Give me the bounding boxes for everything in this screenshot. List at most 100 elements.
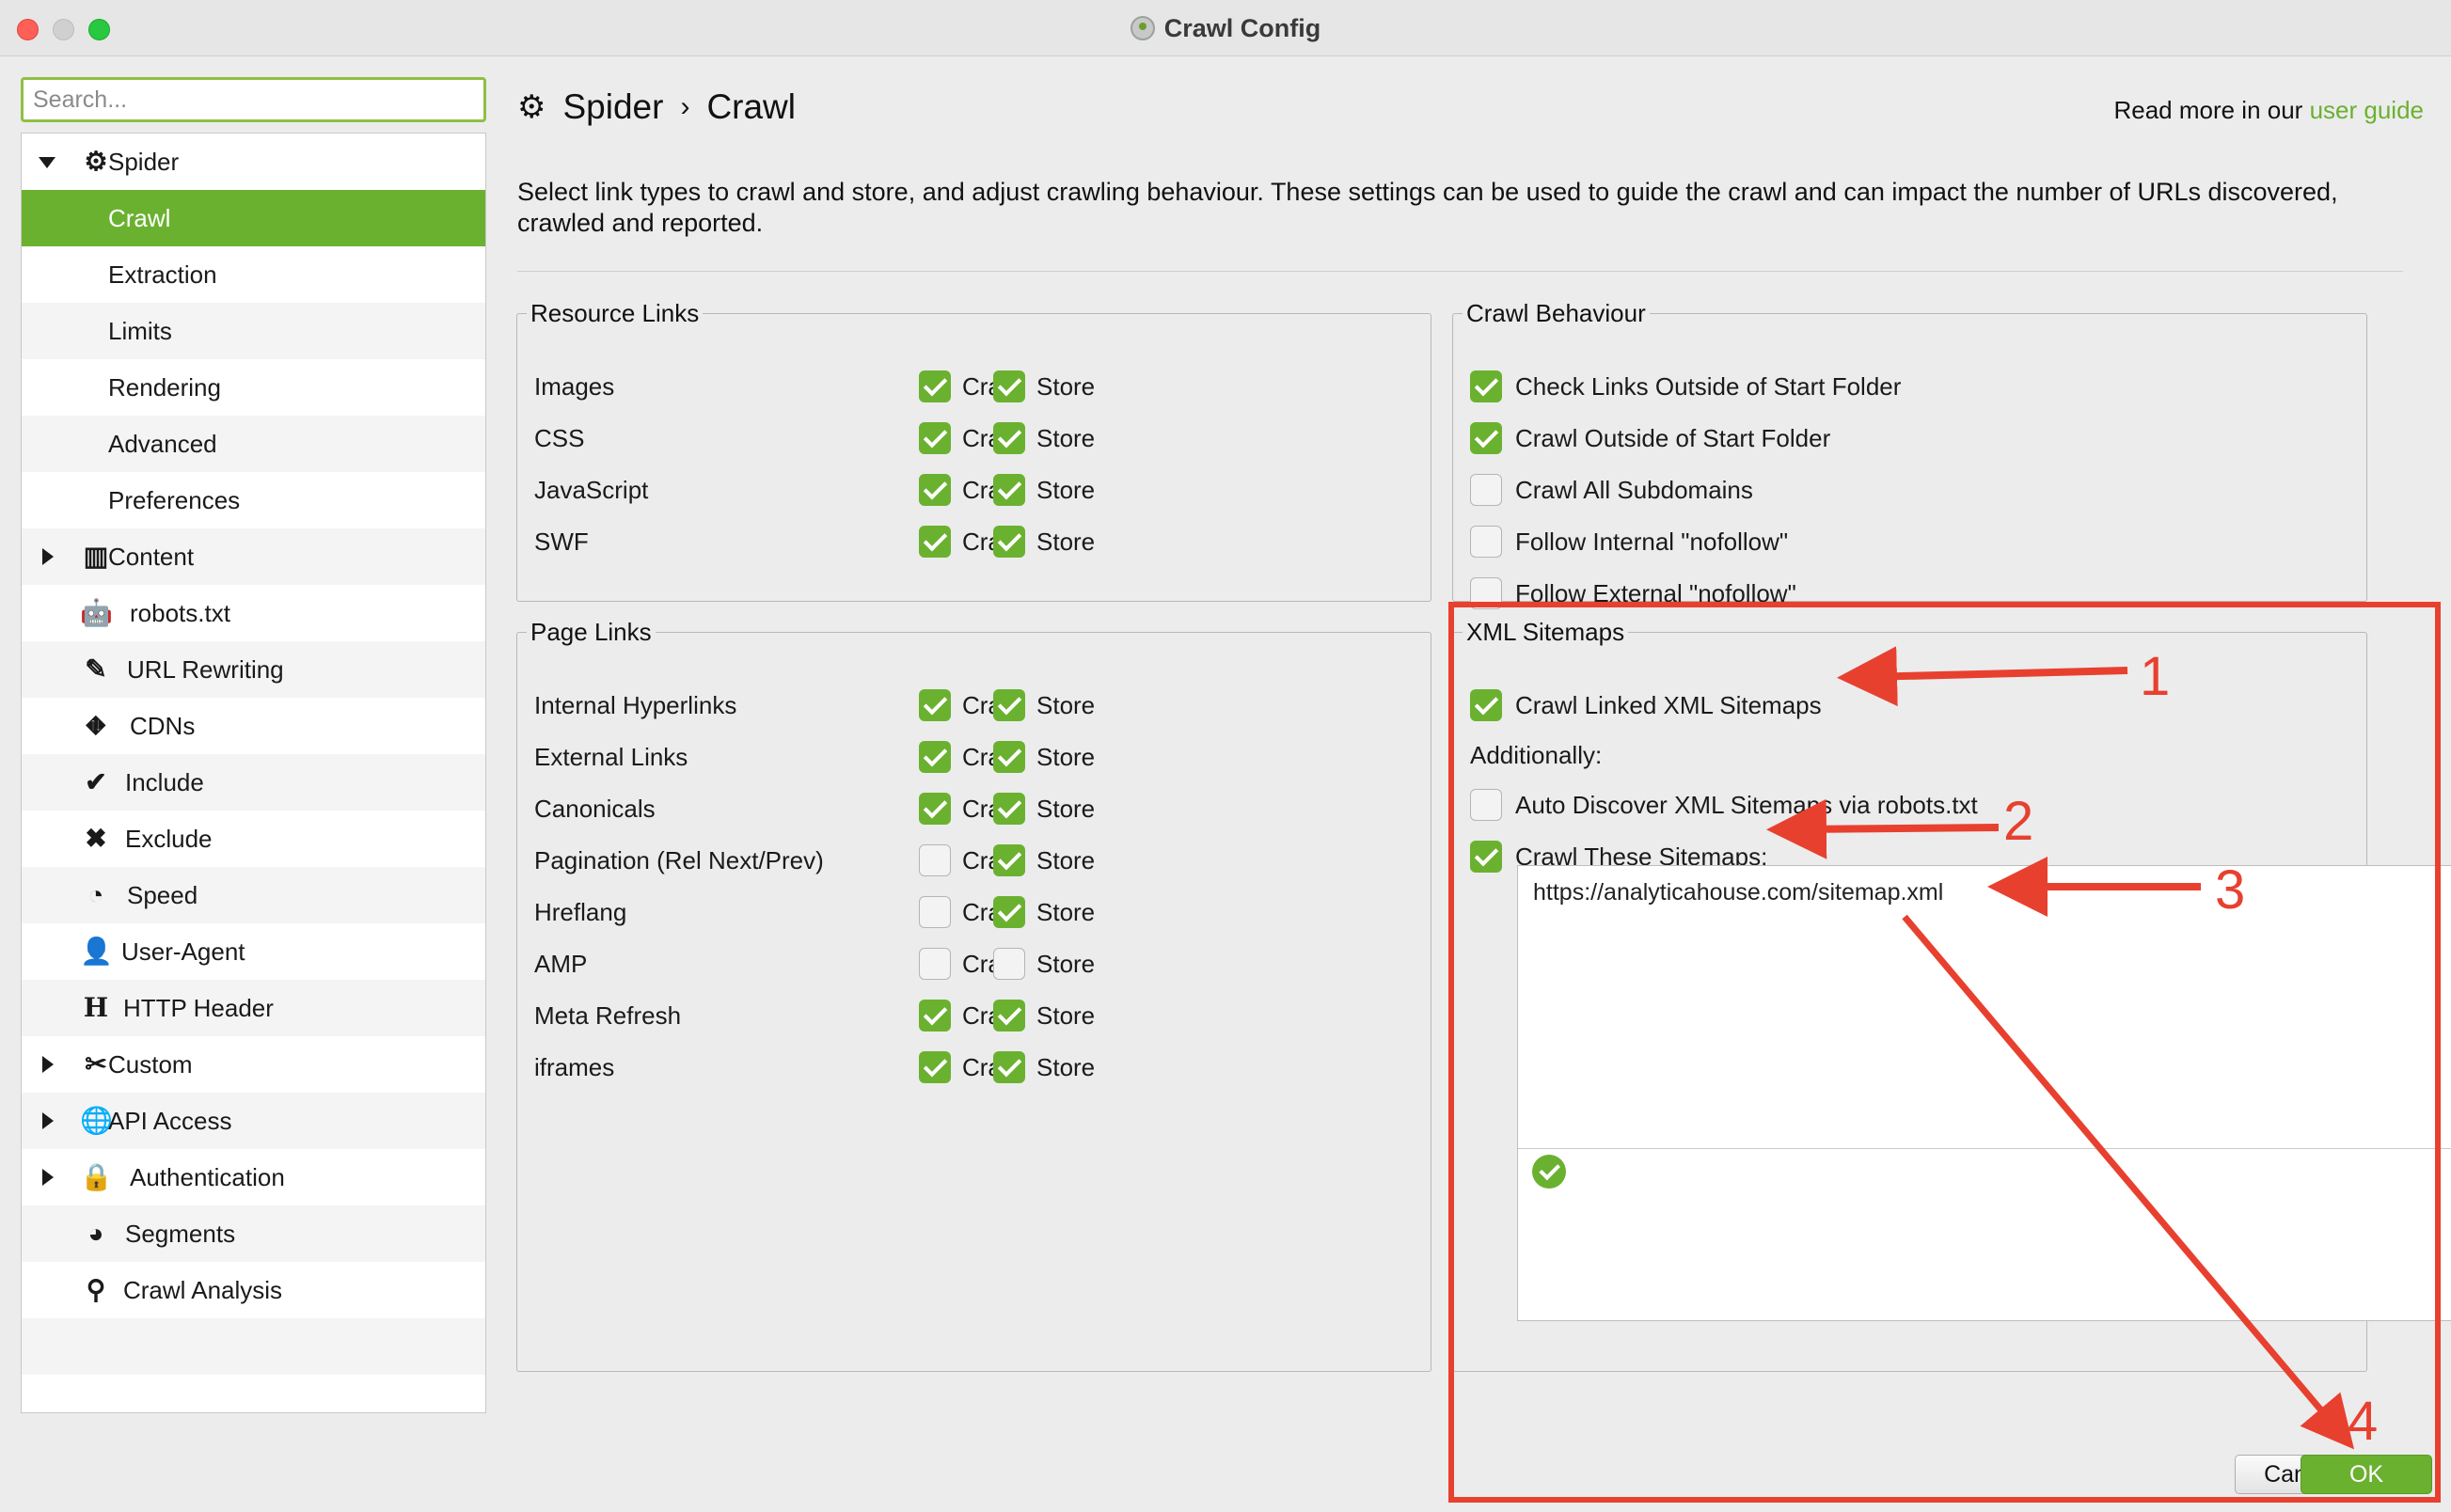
crawl-all-subdomains-checkbox[interactable] — [1470, 474, 1502, 506]
page-link-row-label: Meta Refresh — [534, 1000, 682, 1030]
sidebar-item-exclude[interactable]: ✖ Exclude — [22, 811, 485, 867]
sidebar-item-advanced[interactable]: Advanced — [22, 416, 485, 472]
store-toggle[interactable]: Store — [993, 948, 1095, 980]
sidebar-item-http-header[interactable]: H HTTP Header — [22, 980, 485, 1036]
crawl-checkbox[interactable] — [919, 422, 951, 454]
sidebar-item-api-access[interactable]: 🌐 API Access — [22, 1093, 485, 1149]
sidebar-item-url-rewriting[interactable]: ✎ URL Rewriting — [22, 641, 485, 698]
sidebar-item-cdns[interactable]: ⛖ CDNs — [22, 698, 485, 754]
crawl-these-sitemaps-checkbox[interactable] — [1470, 841, 1502, 873]
crawl-checkbox[interactable] — [919, 474, 951, 506]
annotation-number-4: 4 — [2348, 1391, 2379, 1452]
crawl-linked-sitemaps-checkbox[interactable] — [1470, 689, 1502, 721]
page-links-group: Page Links Internal HyperlinksCrawlStore… — [516, 618, 1431, 1372]
sidebar-item-crawl[interactable]: Crawl — [22, 190, 485, 246]
store-checkbox[interactable] — [993, 370, 1025, 402]
chevron-right-icon[interactable] — [42, 1169, 54, 1186]
store-toggle[interactable]: Store — [993, 896, 1095, 928]
follow-internal-nofollow-row[interactable]: Follow Internal "nofollow" — [1470, 523, 2349, 560]
sidebar-item-speed[interactable]: ◔ Speed — [22, 867, 485, 923]
chevron-down-icon[interactable] — [39, 157, 55, 168]
sidebar-item-preferences[interactable]: Preferences — [22, 472, 485, 528]
sidebar-item-custom[interactable]: ✂ Custom — [22, 1036, 485, 1093]
store-checkbox[interactable] — [993, 896, 1025, 928]
store-label: Store — [1036, 949, 1096, 978]
store-toggle[interactable]: Store — [993, 474, 1095, 506]
ok-button[interactable]: OK — [2301, 1455, 2432, 1494]
page-link-row-label: AMP — [534, 949, 588, 978]
store-toggle[interactable]: Store — [993, 844, 1095, 876]
page-link-row-label: Hreflang — [534, 897, 627, 926]
crawl-checkbox[interactable] — [919, 1000, 951, 1032]
sidebar-item-include[interactable]: ✔ Include — [22, 754, 485, 811]
chevron-right-icon[interactable] — [42, 548, 54, 565]
sidebar-item-rendering[interactable]: Rendering — [22, 359, 485, 416]
sidebar-item-crawl-analysis[interactable]: ⚲ Crawl Analysis — [22, 1262, 485, 1318]
main-panel: ⚙ Spider › Crawl Read more in our user g… — [508, 56, 2451, 1512]
page-link-row: HreflangCrawlStore — [534, 893, 1414, 931]
store-label: Store — [1036, 794, 1096, 823]
crawl-checkbox[interactable] — [919, 793, 951, 825]
sidebar-item-content[interactable]: ▥ Content — [22, 528, 485, 585]
crawl-outside-row[interactable]: Crawl Outside of Start Folder — [1470, 419, 2349, 457]
resource-link-row-label: CSS — [534, 423, 585, 452]
store-toggle[interactable]: Store — [993, 689, 1095, 721]
resource-link-row-label: SWF — [534, 527, 589, 556]
page-link-row: Pagination (Rel Next/Prev)CrawlStore — [534, 842, 1414, 879]
sitemap-urls-textarea[interactable]: https://analyticahouse.com/sitemap.xml — [1533, 872, 2445, 1144]
store-toggle[interactable]: Store — [993, 526, 1095, 558]
auto-discover-checkbox[interactable] — [1470, 789, 1502, 821]
auto-discover-row[interactable]: Auto Discover XML Sitemaps via robots.tx… — [1470, 786, 2349, 824]
chevron-right-icon[interactable] — [42, 1112, 54, 1129]
store-checkbox[interactable] — [993, 689, 1025, 721]
sidebar-item-spider[interactable]: ⚙ Spider — [22, 134, 485, 190]
store-checkbox[interactable] — [993, 793, 1025, 825]
annotation-number-1: 1 — [2140, 646, 2171, 707]
store-toggle[interactable]: Store — [993, 1000, 1095, 1032]
store-toggle[interactable]: Store — [993, 793, 1095, 825]
sidebar-item-authentication[interactable]: 🔒 Authentication — [22, 1149, 485, 1205]
edit-icon: ✎ — [85, 654, 107, 684]
search-input[interactable] — [21, 77, 486, 122]
page-link-row-label: iframes — [534, 1052, 615, 1081]
crawl-all-subdomains-row[interactable]: Crawl All Subdomains — [1470, 471, 2349, 509]
follow-external-nofollow-checkbox[interactable] — [1470, 577, 1502, 609]
crawl-checkbox[interactable] — [919, 689, 951, 721]
store-toggle[interactable]: Store — [993, 370, 1095, 402]
store-toggle[interactable]: Store — [993, 741, 1095, 773]
check-links-outside-row[interactable]: Check Links Outside of Start Folder — [1470, 368, 2349, 405]
follow-internal-nofollow-checkbox[interactable] — [1470, 526, 1502, 558]
crawl-checkbox[interactable] — [919, 844, 951, 876]
robot-icon: 🤖 — [80, 598, 113, 627]
crawl-outside-checkbox[interactable] — [1470, 422, 1502, 454]
store-checkbox[interactable] — [993, 948, 1025, 980]
sidebar-item-extraction[interactable]: Extraction — [22, 246, 485, 303]
store-checkbox[interactable] — [993, 422, 1025, 454]
sidebar-item-robots-txt[interactable]: 🤖 robots.txt — [22, 585, 485, 641]
crawl-checkbox[interactable] — [919, 896, 951, 928]
check-links-outside-checkbox[interactable] — [1470, 370, 1502, 402]
store-toggle[interactable]: Store — [993, 422, 1095, 454]
sidebar-item-user-agent[interactable]: 👤 User-Agent — [22, 923, 485, 980]
store-checkbox[interactable] — [993, 741, 1025, 773]
crawl-checkbox[interactable] — [919, 526, 951, 558]
chevron-right-icon[interactable] — [42, 1056, 54, 1073]
x-circle-icon: ✖ — [85, 824, 107, 853]
store-checkbox[interactable] — [993, 474, 1025, 506]
store-checkbox[interactable] — [993, 1051, 1025, 1083]
store-checkbox[interactable] — [993, 526, 1025, 558]
store-checkbox[interactable] — [993, 1000, 1025, 1032]
store-toggle[interactable]: Store — [993, 1051, 1095, 1083]
additionally-label: Additionally: — [1470, 740, 1603, 769]
crawl-checkbox[interactable] — [919, 370, 951, 402]
crawl-linked-sitemaps-row[interactable]: Crawl Linked XML Sitemaps — [1470, 686, 2349, 724]
store-checkbox[interactable] — [993, 844, 1025, 876]
crawl-checkbox[interactable] — [919, 741, 951, 773]
sidebar-item-limits[interactable]: Limits — [22, 303, 485, 359]
crawl-checkbox[interactable] — [919, 948, 951, 980]
user-guide-link[interactable]: user guide — [2310, 96, 2424, 124]
crawl-checkbox[interactable] — [919, 1051, 951, 1083]
follow-external-nofollow-row[interactable]: Follow External "nofollow" — [1470, 575, 2349, 612]
resource-links-group: Resource Links ImagesCrawlStoreCSSCrawlS… — [516, 299, 1431, 602]
sidebar-item-segments[interactable]: ◕ Segments — [22, 1205, 485, 1262]
